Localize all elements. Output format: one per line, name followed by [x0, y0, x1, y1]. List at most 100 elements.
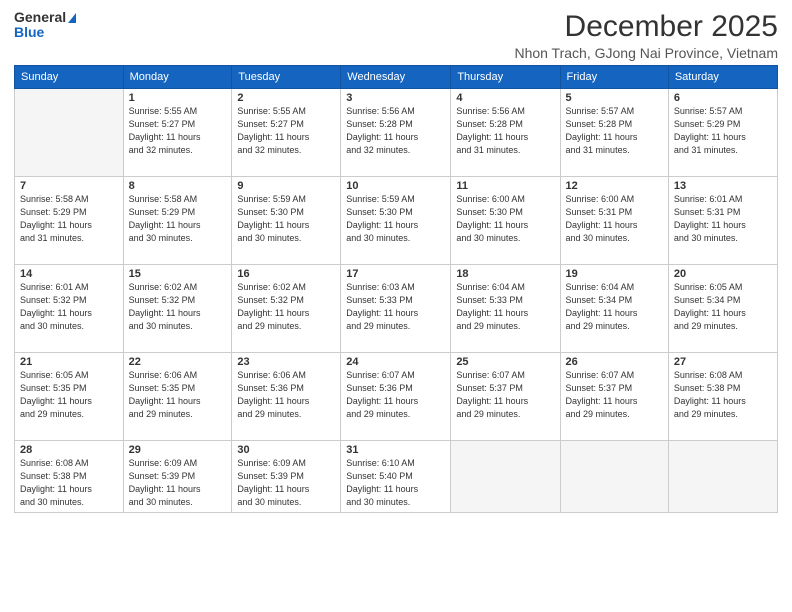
calendar-cell: 26Sunrise: 6:07 AMSunset: 5:37 PMDayligh…	[560, 353, 668, 441]
calendar-cell: 3Sunrise: 5:56 AMSunset: 5:28 PMDaylight…	[341, 89, 451, 177]
day-info: Sunrise: 6:06 AMSunset: 5:35 PMDaylight:…	[129, 369, 227, 421]
calendar-cell: 25Sunrise: 6:07 AMSunset: 5:37 PMDayligh…	[451, 353, 560, 441]
calendar-cell: 4Sunrise: 5:56 AMSunset: 5:28 PMDaylight…	[451, 89, 560, 177]
day-info: Sunrise: 6:08 AMSunset: 5:38 PMDaylight:…	[20, 457, 118, 509]
day-info: Sunrise: 6:07 AMSunset: 5:37 PMDaylight:…	[566, 369, 663, 421]
day-info: Sunrise: 6:07 AMSunset: 5:37 PMDaylight:…	[456, 369, 554, 421]
day-info: Sunrise: 6:00 AMSunset: 5:30 PMDaylight:…	[456, 193, 554, 245]
day-info: Sunrise: 6:04 AMSunset: 5:34 PMDaylight:…	[566, 281, 663, 333]
day-info: Sunrise: 5:58 AMSunset: 5:29 PMDaylight:…	[20, 193, 118, 245]
day-info: Sunrise: 6:02 AMSunset: 5:32 PMDaylight:…	[129, 281, 227, 333]
calendar-cell: 19Sunrise: 6:04 AMSunset: 5:34 PMDayligh…	[560, 265, 668, 353]
day-number: 7	[20, 180, 118, 192]
day-number: 23	[237, 356, 335, 368]
calendar-cell: 22Sunrise: 6:06 AMSunset: 5:35 PMDayligh…	[123, 353, 232, 441]
col-wednesday: Wednesday	[341, 66, 451, 89]
day-info: Sunrise: 5:59 AMSunset: 5:30 PMDaylight:…	[346, 193, 445, 245]
calendar-cell: 20Sunrise: 6:05 AMSunset: 5:34 PMDayligh…	[668, 265, 777, 353]
day-info: Sunrise: 6:06 AMSunset: 5:36 PMDaylight:…	[237, 369, 335, 421]
day-info: Sunrise: 6:03 AMSunset: 5:33 PMDaylight:…	[346, 281, 445, 333]
day-number: 20	[674, 268, 772, 280]
calendar-cell: 2Sunrise: 5:55 AMSunset: 5:27 PMDaylight…	[232, 89, 341, 177]
col-sunday: Sunday	[15, 66, 124, 89]
col-thursday: Thursday	[451, 66, 560, 89]
day-info: Sunrise: 6:01 AMSunset: 5:31 PMDaylight:…	[674, 193, 772, 245]
day-info: Sunrise: 6:09 AMSunset: 5:39 PMDaylight:…	[129, 457, 227, 509]
week-row-1: 1Sunrise: 5:55 AMSunset: 5:27 PMDaylight…	[15, 89, 778, 177]
calendar-cell: 9Sunrise: 5:59 AMSunset: 5:30 PMDaylight…	[232, 177, 341, 265]
calendar-cell: 27Sunrise: 6:08 AMSunset: 5:38 PMDayligh…	[668, 353, 777, 441]
calendar-cell	[560, 441, 668, 513]
day-info: Sunrise: 6:05 AMSunset: 5:35 PMDaylight:…	[20, 369, 118, 421]
day-number: 28	[20, 444, 118, 456]
day-info: Sunrise: 6:02 AMSunset: 5:32 PMDaylight:…	[237, 281, 335, 333]
day-number: 6	[674, 92, 772, 104]
day-number: 17	[346, 268, 445, 280]
title-block: December 2025 Nhon Trach, GJong Nai Prov…	[514, 10, 778, 61]
page: General Blue December 2025 Nhon Trach, G…	[0, 0, 792, 612]
week-row-5: 28Sunrise: 6:08 AMSunset: 5:38 PMDayligh…	[15, 441, 778, 513]
week-row-3: 14Sunrise: 6:01 AMSunset: 5:32 PMDayligh…	[15, 265, 778, 353]
calendar-cell: 15Sunrise: 6:02 AMSunset: 5:32 PMDayligh…	[123, 265, 232, 353]
day-info: Sunrise: 6:10 AMSunset: 5:40 PMDaylight:…	[346, 457, 445, 509]
calendar-cell: 28Sunrise: 6:08 AMSunset: 5:38 PMDayligh…	[15, 441, 124, 513]
day-number: 31	[346, 444, 445, 456]
day-info: Sunrise: 5:56 AMSunset: 5:28 PMDaylight:…	[456, 105, 554, 157]
calendar-cell: 14Sunrise: 6:01 AMSunset: 5:32 PMDayligh…	[15, 265, 124, 353]
day-number: 29	[129, 444, 227, 456]
day-info: Sunrise: 6:01 AMSunset: 5:32 PMDaylight:…	[20, 281, 118, 333]
day-number: 27	[674, 356, 772, 368]
calendar-cell: 11Sunrise: 6:00 AMSunset: 5:30 PMDayligh…	[451, 177, 560, 265]
day-number: 26	[566, 356, 663, 368]
month-title: December 2025	[514, 10, 778, 43]
day-number: 13	[674, 180, 772, 192]
day-number: 19	[566, 268, 663, 280]
calendar-cell: 5Sunrise: 5:57 AMSunset: 5:28 PMDaylight…	[560, 89, 668, 177]
day-number: 25	[456, 356, 554, 368]
calendar-cell	[668, 441, 777, 513]
day-number: 5	[566, 92, 663, 104]
header: General Blue December 2025 Nhon Trach, G…	[14, 10, 778, 61]
day-number: 9	[237, 180, 335, 192]
calendar-cell: 21Sunrise: 6:05 AMSunset: 5:35 PMDayligh…	[15, 353, 124, 441]
day-number: 24	[346, 356, 445, 368]
calendar-cell: 31Sunrise: 6:10 AMSunset: 5:40 PMDayligh…	[341, 441, 451, 513]
day-number: 16	[237, 268, 335, 280]
col-monday: Monday	[123, 66, 232, 89]
calendar-cell: 23Sunrise: 6:06 AMSunset: 5:36 PMDayligh…	[232, 353, 341, 441]
week-row-4: 21Sunrise: 6:05 AMSunset: 5:35 PMDayligh…	[15, 353, 778, 441]
day-info: Sunrise: 5:59 AMSunset: 5:30 PMDaylight:…	[237, 193, 335, 245]
day-info: Sunrise: 5:55 AMSunset: 5:27 PMDaylight:…	[237, 105, 335, 157]
calendar-cell	[15, 89, 124, 177]
day-info: Sunrise: 5:55 AMSunset: 5:27 PMDaylight:…	[129, 105, 227, 157]
calendar-cell: 7Sunrise: 5:58 AMSunset: 5:29 PMDaylight…	[15, 177, 124, 265]
week-row-2: 7Sunrise: 5:58 AMSunset: 5:29 PMDaylight…	[15, 177, 778, 265]
day-number: 12	[566, 180, 663, 192]
day-number: 3	[346, 92, 445, 104]
location: Nhon Trach, GJong Nai Province, Vietnam	[514, 45, 778, 61]
calendar-cell: 18Sunrise: 6:04 AMSunset: 5:33 PMDayligh…	[451, 265, 560, 353]
calendar-table: Sunday Monday Tuesday Wednesday Thursday…	[14, 65, 778, 513]
col-friday: Friday	[560, 66, 668, 89]
day-number: 11	[456, 180, 554, 192]
day-info: Sunrise: 5:57 AMSunset: 5:28 PMDaylight:…	[566, 105, 663, 157]
day-number: 10	[346, 180, 445, 192]
day-info: Sunrise: 5:57 AMSunset: 5:29 PMDaylight:…	[674, 105, 772, 157]
day-info: Sunrise: 6:04 AMSunset: 5:33 PMDaylight:…	[456, 281, 554, 333]
logo: General Blue	[14, 10, 76, 41]
day-number: 21	[20, 356, 118, 368]
day-info: Sunrise: 6:07 AMSunset: 5:36 PMDaylight:…	[346, 369, 445, 421]
day-number: 15	[129, 268, 227, 280]
calendar-cell: 8Sunrise: 5:58 AMSunset: 5:29 PMDaylight…	[123, 177, 232, 265]
calendar-cell	[451, 441, 560, 513]
calendar-cell: 24Sunrise: 6:07 AMSunset: 5:36 PMDayligh…	[341, 353, 451, 441]
calendar-cell: 17Sunrise: 6:03 AMSunset: 5:33 PMDayligh…	[341, 265, 451, 353]
day-info: Sunrise: 6:00 AMSunset: 5:31 PMDaylight:…	[566, 193, 663, 245]
calendar-cell: 1Sunrise: 5:55 AMSunset: 5:27 PMDaylight…	[123, 89, 232, 177]
logo-blue: Blue	[14, 25, 76, 40]
calendar-cell: 12Sunrise: 6:00 AMSunset: 5:31 PMDayligh…	[560, 177, 668, 265]
day-number: 2	[237, 92, 335, 104]
calendar-cell: 6Sunrise: 5:57 AMSunset: 5:29 PMDaylight…	[668, 89, 777, 177]
logo-general: General	[14, 10, 76, 25]
day-number: 30	[237, 444, 335, 456]
